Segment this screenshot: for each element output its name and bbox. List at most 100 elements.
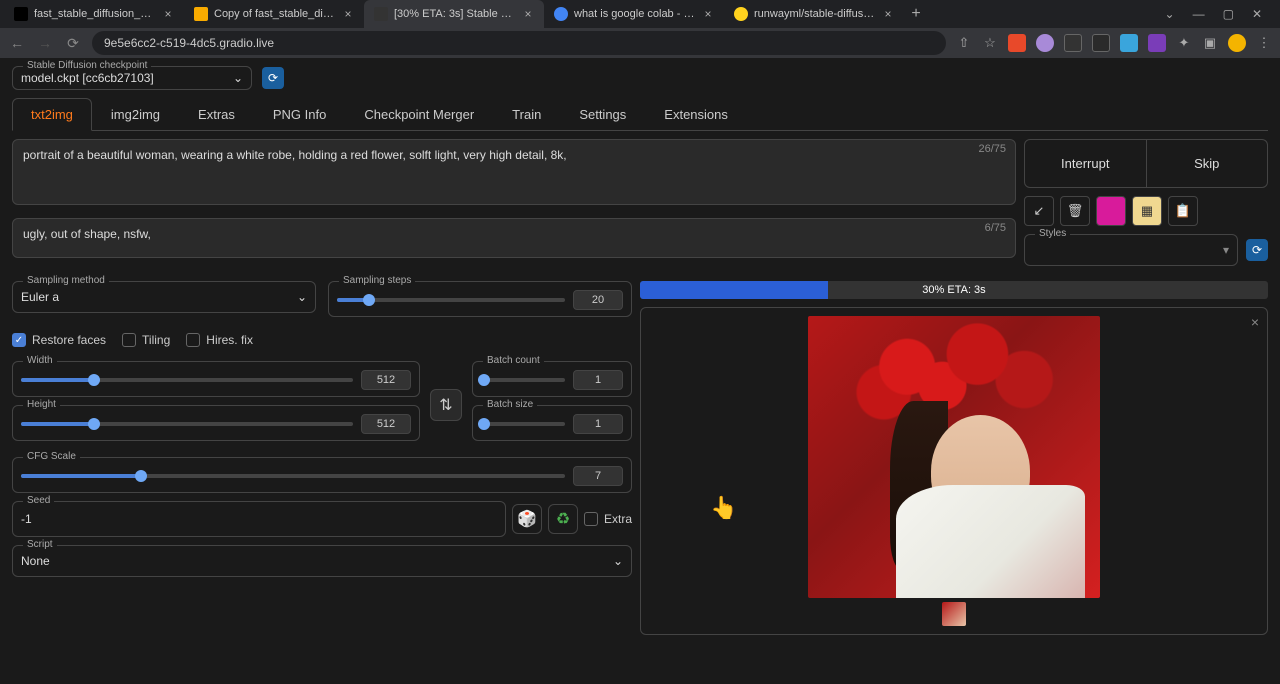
extension-icon[interactable] [1008, 34, 1026, 52]
close-preview-button[interactable]: × [1251, 314, 1259, 330]
hires-fix-checkbox[interactable]: Hires. fix [186, 333, 253, 347]
cfg-value[interactable]: 7 [573, 466, 623, 486]
tab-title: Copy of fast_stable_diffusion [214, 8, 336, 20]
close-window-icon[interactable]: ✕ [1252, 7, 1262, 21]
tab-extensions[interactable]: Extensions [645, 98, 747, 130]
menu-icon[interactable]: ⋮ [1256, 35, 1272, 51]
cfg-slider[interactable] [21, 474, 565, 478]
styles-select[interactable]: Styles ▾ [1024, 234, 1238, 266]
tab-checkpoint-merger[interactable]: Checkpoint Merger [345, 98, 493, 130]
width-label: Width [23, 355, 57, 366]
browser-tab[interactable]: Copy of fast_stable_diffusion × [184, 0, 364, 28]
width-slider[interactable] [21, 378, 353, 382]
checkpoint-value: model.ckpt [cc6cb27103] [21, 71, 154, 85]
checkbox-checked-icon: ✓ [12, 333, 26, 347]
sampling-steps-value[interactable]: 20 [573, 290, 623, 310]
swap-icon: ⇅ [439, 395, 452, 415]
cfg-scale-field: CFG Scale 7 [12, 457, 632, 493]
batch-count-slider[interactable] [481, 378, 565, 382]
share-icon[interactable]: ⇧ [956, 35, 972, 51]
close-icon[interactable]: × [882, 8, 894, 20]
neg-prompt-token-count: 6/75 [985, 222, 1006, 234]
arrow-button[interactable]: ↙ [1024, 196, 1054, 226]
seed-extra-checkbox[interactable]: Extra [584, 512, 632, 526]
style-create-button[interactable] [1096, 196, 1126, 226]
chevron-down-icon[interactable]: ⌄ [1165, 7, 1175, 21]
browser-tab[interactable]: runwayml/stable-diffusion-v1 × [724, 0, 904, 28]
checkbox-icon [122, 333, 136, 347]
browser-tab-active[interactable]: [30% ETA: 3s] Stable Diffusion × [364, 0, 544, 28]
close-icon[interactable]: × [342, 8, 354, 20]
close-icon[interactable]: × [162, 8, 174, 20]
height-slider[interactable] [21, 422, 353, 426]
interrupt-button[interactable]: Interrupt [1024, 139, 1147, 188]
trash-button[interactable]: 🗑 [1060, 196, 1090, 226]
extension-icon[interactable] [1064, 34, 1082, 52]
browser-tab-bar: fast_stable_diffusion_AUTOMA × Copy of f… [0, 0, 1280, 28]
batch-size-slider[interactable] [481, 422, 565, 426]
width-value[interactable]: 512 [361, 370, 411, 390]
refresh-icon: ⟳ [1252, 243, 1262, 257]
skip-button[interactable]: Skip [1147, 139, 1269, 188]
colab-icon [194, 7, 208, 21]
checkbox-icon [186, 333, 200, 347]
sampling-steps-field: Sampling steps 20 [328, 281, 632, 317]
refresh-styles-button[interactable]: ⟳ [1246, 239, 1268, 261]
tab-title: [30% ETA: 3s] Stable Diffusion [394, 8, 516, 20]
reuse-seed-button[interactable]: ♻ [548, 504, 578, 534]
hires-label: Hires. fix [206, 333, 253, 347]
extension-icon[interactable] [1092, 34, 1110, 52]
avatar[interactable] [1228, 34, 1246, 52]
swap-dimensions-button[interactable]: ⇅ [430, 389, 462, 421]
reload-button[interactable]: ⟳ [64, 35, 82, 52]
tab-txt2img[interactable]: txt2img [12, 98, 92, 131]
output-thumbnail[interactable] [942, 602, 966, 626]
extensions-icon[interactable]: ✦ [1176, 35, 1192, 51]
progress-bar: 30% ETA: 3s [640, 281, 1268, 299]
style-apply-button[interactable]: ▦ [1132, 196, 1162, 226]
prompt-token-count: 26/75 [978, 143, 1006, 155]
tab-img2img[interactable]: img2img [92, 98, 179, 130]
url-input[interactable] [92, 31, 946, 55]
batch-size-value[interactable]: 1 [573, 414, 623, 434]
extension-icon[interactable] [1148, 34, 1166, 52]
batch-count-label: Batch count [483, 355, 544, 366]
tab-pnginfo[interactable]: PNG Info [254, 98, 345, 130]
new-tab-button[interactable]: + [904, 5, 928, 23]
height-value[interactable]: 512 [361, 414, 411, 434]
sidepanel-icon[interactable]: ▣ [1202, 35, 1218, 51]
negative-prompt-input[interactable] [12, 218, 1016, 258]
refresh-checkpoint-button[interactable]: ⟳ [262, 67, 284, 89]
forward-button[interactable]: → [36, 35, 54, 51]
chevron-down-icon: ⌄ [613, 554, 623, 568]
sampling-steps-slider[interactable] [337, 298, 565, 302]
tab-train[interactable]: Train [493, 98, 560, 130]
prompt-input[interactable] [12, 139, 1016, 205]
extension-icon[interactable] [1036, 34, 1054, 52]
batch-count-value[interactable]: 1 [573, 370, 623, 390]
sampling-method-select[interactable]: Sampling method Euler a ⌄ [12, 281, 316, 313]
tab-title: runwayml/stable-diffusion-v1 [754, 8, 876, 20]
back-button[interactable]: ← [8, 35, 26, 51]
script-select[interactable]: Script None ⌄ [12, 545, 632, 577]
browser-tab[interactable]: fast_stable_diffusion_AUTOMA × [4, 0, 184, 28]
minimize-icon[interactable]: — [1193, 7, 1205, 21]
output-image[interactable] [808, 316, 1100, 598]
restore-faces-checkbox[interactable]: ✓ Restore faces [12, 333, 106, 347]
cfg-label: CFG Scale [23, 451, 80, 462]
close-icon[interactable]: × [522, 8, 534, 20]
height-field: Height 512 [12, 405, 420, 441]
close-icon[interactable]: × [702, 8, 714, 20]
seed-input[interactable] [21, 512, 497, 526]
extension-icon[interactable] [1120, 34, 1138, 52]
checkpoint-select[interactable]: Stable Diffusion checkpoint model.ckpt [… [12, 66, 252, 90]
clipboard-button[interactable]: 📋 [1168, 196, 1198, 226]
tab-settings[interactable]: Settings [560, 98, 645, 130]
star-icon[interactable]: ☆ [982, 35, 998, 51]
chevron-down-icon: ⌄ [297, 290, 307, 304]
random-seed-button[interactable]: 🎲 [512, 504, 542, 534]
browser-tab[interactable]: what is google colab - Google × [544, 0, 724, 28]
maximize-icon[interactable]: ▢ [1223, 7, 1234, 21]
tiling-checkbox[interactable]: Tiling [122, 333, 170, 347]
tab-extras[interactable]: Extras [179, 98, 254, 130]
